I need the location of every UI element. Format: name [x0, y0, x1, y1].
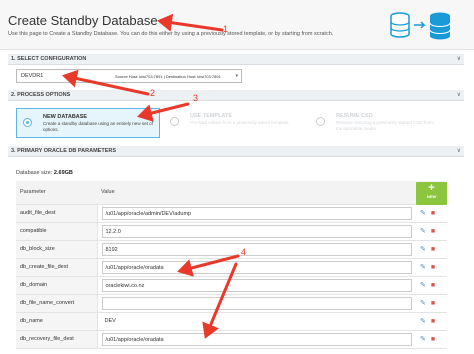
page-header: Create Standby Database Use this page to…	[0, 0, 474, 50]
param-value-input[interactable]	[101, 296, 412, 310]
trash-icon[interactable]: ■	[431, 318, 435, 325]
option-resume-csd[interactable]: RESUME CSD Resume restoring a previously…	[310, 108, 454, 138]
pencil-icon[interactable]: ✎	[420, 263, 426, 271]
annotation-label-2: 2	[150, 88, 156, 98]
section-title: 2. PROCESS OPTIONS	[11, 92, 71, 98]
param-value-input[interactable]: 8192	[101, 242, 412, 256]
table-row: db_name DEV ✎ ■	[16, 312, 447, 331]
table-row: db_file_name_convert ✎ ■	[16, 294, 447, 313]
table-row: audit_file_dest /u01/app/oracle/admin/DE…	[16, 204, 447, 223]
param-value-input[interactable]: oraclekiwi.co.nz	[101, 278, 412, 292]
table-row: db_domain oraclekiwi.co.nz ✎ ■	[16, 276, 447, 295]
database-size-label: Database size:	[16, 170, 53, 176]
param-value-input[interactable]: /u01/app/oracle/oradata	[101, 260, 412, 274]
param-value-input[interactable]: 12.2.0	[101, 224, 412, 238]
page-description: Use this page to Create a Standby Databa…	[8, 31, 334, 37]
pencil-icon[interactable]: ✎	[420, 227, 426, 235]
param-name: db_recovery_file_dest	[16, 330, 98, 349]
parameters-table: Parameter Value audit_file_dest /u01/app…	[16, 181, 447, 349]
configuration-value: DEVDR1	[21, 73, 44, 79]
pencil-icon[interactable]: ✎	[420, 281, 426, 289]
trash-icon[interactable]: ■	[431, 246, 435, 253]
option-title: RESUME CSD	[336, 113, 373, 119]
param-value-input[interactable]: /u01/app/oracle/admin/DEV/adump	[101, 206, 412, 220]
database-copy-icon	[390, 12, 451, 40]
chevron-down-icon[interactable]: ∨	[457, 147, 461, 154]
option-title: USE TEMPLATE	[190, 113, 233, 119]
chevron-down-icon[interactable]: ∨	[457, 91, 461, 98]
option-description: Pre-load values from a previously saved …	[190, 120, 290, 125]
pencil-icon[interactable]: ✎	[420, 335, 426, 343]
section-primary-params[interactable]: 3. PRIMARY ORACLE DB PARAMETERS ∨	[8, 146, 464, 157]
trash-icon[interactable]: ■	[431, 336, 435, 343]
pencil-icon[interactable]: ✎	[420, 299, 426, 307]
param-name: db_domain	[16, 276, 98, 295]
database-size-value: 2.69GB	[53, 170, 73, 176]
pencil-icon[interactable]: ✎	[420, 317, 426, 325]
table-row: db_recovery_file_dest /u01/app/oracle/or…	[16, 330, 447, 349]
option-description: Resume restoring a previously started CS…	[336, 120, 433, 131]
radio-icon[interactable]	[316, 117, 325, 126]
trash-icon[interactable]: ■	[431, 264, 435, 271]
column-header-value: Value	[97, 181, 416, 205]
param-name: db_block_size	[16, 240, 98, 259]
option-description: Create a standby database using an entir…	[43, 121, 153, 132]
configuration-select[interactable]: DEVDR1 Source Host: kiwi703:7891 | Desti…	[16, 69, 242, 83]
database-size: Database size: 2.69GB	[16, 170, 73, 176]
page-title: Create Standby Database	[8, 13, 158, 28]
table-row: compatible 12.2.0 ✎ ■	[16, 222, 447, 241]
configuration-hosts: Source Host: kiwi703:7891 | Destination …	[115, 74, 221, 79]
chevron-down-icon: ▾	[235, 73, 238, 79]
option-use-template[interactable]: USE TEMPLATE Pre-load values from a prev…	[164, 108, 308, 138]
section-title: 3. PRIMARY ORACLE DB PARAMETERS	[11, 148, 117, 154]
option-title: NEW DATABASE	[43, 114, 88, 120]
trash-icon[interactable]: ■	[431, 210, 435, 217]
option-new-database[interactable]: NEW DATABASE Create a standby database u…	[16, 108, 160, 138]
section-process-options[interactable]: 2. PROCESS OPTIONS ∨	[8, 90, 464, 101]
param-name: db_file_name_convert	[16, 294, 98, 313]
param-value-readonly: DEV	[104, 317, 116, 324]
radio-icon[interactable]	[23, 118, 32, 127]
trash-icon[interactable]: ■	[431, 282, 435, 289]
annotation-label-1: 1	[223, 24, 229, 34]
table-row: db_create_file_dest /u01/app/oracle/orad…	[16, 258, 447, 277]
annotation-label-4: 4	[241, 247, 247, 257]
param-name: db_name	[16, 312, 98, 331]
column-header-parameter: Parameter	[16, 181, 97, 205]
new-parameter-button[interactable]: + NEW	[416, 182, 447, 205]
new-button-label: NEW	[426, 194, 437, 199]
section-title: 1. SELECT CONFIGURATION	[11, 56, 87, 62]
section-select-configuration[interactable]: 1. SELECT CONFIGURATION ∨	[8, 54, 464, 65]
param-name: compatible	[16, 222, 98, 241]
param-name: db_create_file_dest	[16, 258, 98, 277]
pencil-icon[interactable]: ✎	[420, 245, 426, 253]
pencil-icon[interactable]: ✎	[420, 209, 426, 217]
trash-icon[interactable]: ■	[431, 300, 435, 307]
table-row: db_block_size 8192 ✎ ■	[16, 240, 447, 259]
param-name: audit_file_dest	[16, 204, 98, 223]
param-value-input[interactable]: /u01/app/oracle/oradata	[101, 332, 412, 346]
radio-icon[interactable]	[170, 117, 179, 126]
trash-icon[interactable]: ■	[431, 228, 435, 235]
chevron-down-icon[interactable]: ∨	[457, 55, 461, 62]
annotation-label-3: 3	[193, 93, 199, 103]
plus-icon: +	[428, 182, 435, 194]
table-header-row: Parameter Value	[16, 181, 447, 205]
